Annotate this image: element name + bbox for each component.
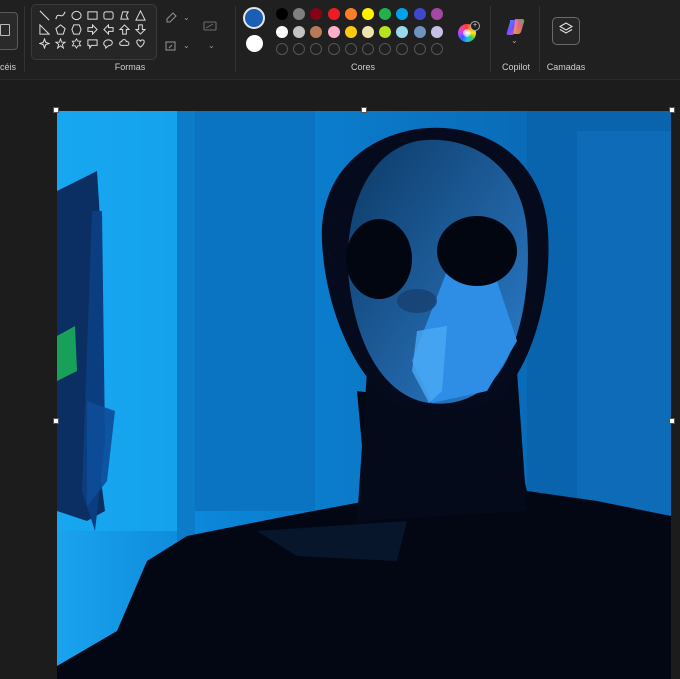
brushes-group-label: céis	[0, 62, 17, 72]
resize-handle[interactable]	[53, 107, 59, 113]
color-swatch[interactable]	[362, 8, 374, 20]
separator	[235, 6, 236, 72]
pentagon-icon[interactable]	[52, 22, 68, 36]
custom-color-slot[interactable]	[396, 43, 409, 55]
color-swatch[interactable]	[276, 26, 288, 38]
brush-button[interactable]	[0, 12, 18, 50]
primary-color-swatch[interactable]	[243, 7, 265, 29]
resize-handle[interactable]	[53, 418, 59, 424]
down-arrow-icon[interactable]	[132, 22, 148, 36]
copilot-group-label: Copilot	[501, 62, 530, 72]
separator	[539, 6, 540, 72]
copilot-icon[interactable]	[506, 18, 526, 36]
four-point-star-icon[interactable]	[36, 36, 52, 50]
triangle-icon[interactable]	[132, 8, 148, 22]
up-arrow-icon[interactable]	[116, 22, 132, 36]
layers-icon	[558, 21, 574, 42]
oval-icon[interactable]	[68, 8, 84, 22]
resize-handle[interactable]	[669, 107, 675, 113]
color-swatch[interactable]	[396, 26, 409, 38]
custom-color-slot[interactable]	[276, 43, 288, 55]
custom-color-slot[interactable]	[362, 43, 374, 55]
color-swatch[interactable]	[293, 8, 306, 20]
right-arrow-icon[interactable]	[84, 22, 100, 36]
color-swatch[interactable]	[396, 8, 409, 20]
drawing-canvas[interactable]	[57, 111, 671, 679]
shapes-grid	[36, 8, 148, 50]
callout-rect-icon[interactable]	[84, 36, 100, 50]
color-swatch[interactable]	[327, 26, 340, 38]
hexagon-icon[interactable]	[68, 22, 84, 36]
custom-color-slot[interactable]	[430, 43, 443, 55]
rounded-rectangle-icon[interactable]	[100, 8, 116, 22]
ribbon-toolbar: céis ⌄ ⌄ ⌄ Formas + Cores ⌄ Copilot Cama…	[0, 0, 680, 80]
color-swatch[interactable]	[310, 8, 323, 20]
layers-button[interactable]	[552, 17, 580, 45]
curve-icon[interactable]	[52, 8, 68, 22]
color-swatch[interactable]	[276, 8, 288, 20]
chevron-down-icon[interactable]: ⌄	[183, 13, 190, 22]
custom-color-slot[interactable]	[293, 43, 306, 55]
separator	[490, 6, 491, 72]
left-arrow-icon[interactable]	[100, 22, 116, 36]
custom-color-slot[interactable]	[344, 43, 357, 55]
custom-color-slot[interactable]	[379, 43, 392, 55]
color-swatch[interactable]	[344, 8, 357, 20]
line-icon[interactable]	[36, 8, 52, 22]
five-point-star-icon[interactable]	[52, 36, 68, 50]
outline-icon[interactable]	[164, 11, 178, 30]
right-triangle-icon[interactable]	[36, 22, 52, 36]
chevron-down-icon[interactable]: ⌄	[183, 41, 190, 50]
color-swatch[interactable]	[327, 8, 340, 20]
custom-color-slot[interactable]	[327, 43, 340, 55]
fill-icon[interactable]	[164, 39, 178, 58]
secondary-color-swatch[interactable]	[246, 35, 263, 52]
callout-oval-icon[interactable]	[100, 36, 116, 50]
shapes-gallery	[31, 4, 157, 60]
shape-style-icon[interactable]	[203, 19, 217, 38]
six-point-star-icon[interactable]	[68, 36, 84, 50]
color-swatch[interactable]	[413, 8, 426, 20]
resize-handle[interactable]	[669, 418, 675, 424]
shapes-group-label: Formas	[114, 62, 146, 72]
layers-group-label: Camadas	[546, 62, 586, 72]
chevron-down-icon[interactable]: ⌄	[208, 41, 215, 50]
add-color-icon[interactable]: +	[470, 21, 480, 31]
color-swatch[interactable]	[379, 26, 392, 38]
color-swatch[interactable]	[413, 26, 426, 38]
color-swatch[interactable]	[310, 26, 323, 38]
custom-color-slot[interactable]	[413, 43, 426, 55]
color-swatch[interactable]	[362, 26, 374, 38]
heart-icon[interactable]	[132, 36, 148, 50]
color-swatch[interactable]	[430, 8, 443, 20]
color-swatch[interactable]	[430, 26, 443, 38]
separator	[24, 6, 25, 72]
polygon-icon[interactable]	[116, 8, 132, 22]
chevron-down-icon[interactable]: ⌄	[511, 36, 518, 45]
color-swatch[interactable]	[379, 8, 392, 20]
color-swatch[interactable]	[293, 26, 306, 38]
rectangle-icon[interactable]	[84, 8, 100, 22]
colors-group-label: Cores	[350, 62, 375, 72]
painted-masked-figure	[57, 111, 671, 679]
resize-handle[interactable]	[361, 107, 367, 113]
custom-color-slot[interactable]	[310, 43, 323, 55]
callout-cloud-icon[interactable]	[116, 36, 132, 50]
color-swatch[interactable]	[344, 26, 357, 38]
